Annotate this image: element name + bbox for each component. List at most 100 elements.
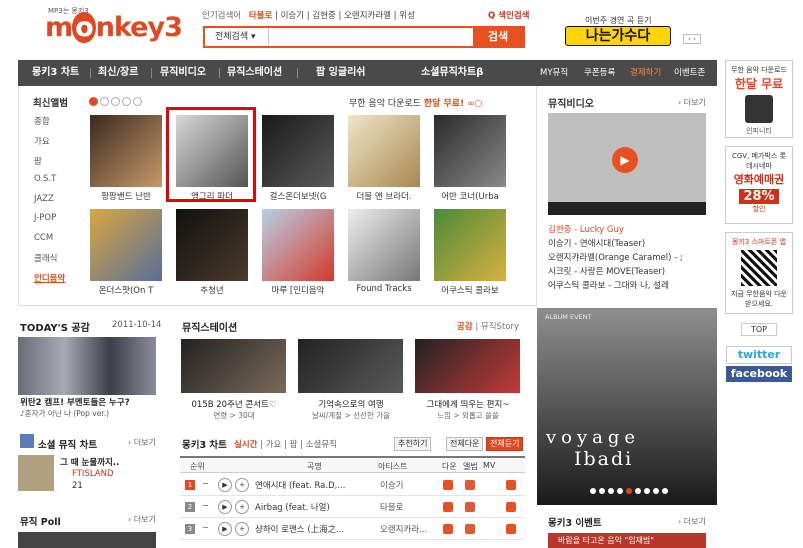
album-icon[interactable] xyxy=(465,480,475,490)
side-banner-movie[interactable]: CGV, 메가박스 롯데시네마 영화예매권 28% 할인 xyxy=(725,146,793,224)
site-logo[interactable]: m o nkey3 xyxy=(45,12,183,43)
album-cover[interactable] xyxy=(90,209,162,281)
add-icon[interactable]: + xyxy=(235,522,249,536)
song-title[interactable]: 샹하이 로맨스 (上海之... xyxy=(255,523,355,535)
search-input[interactable] xyxy=(271,29,471,45)
event-dot[interactable] xyxy=(599,488,605,494)
video-control-bar[interactable] xyxy=(548,202,706,215)
play-icon[interactable]: ▶ xyxy=(218,522,232,536)
event-dot[interactable] xyxy=(644,488,650,494)
music-video-item[interactable]: 어쿠스틱 콜라보 - 그대와 나, 설레 xyxy=(548,279,708,291)
search-scope-select[interactable]: 전체검색 ▾ xyxy=(205,28,269,46)
today-caption[interactable]: 위탄2 캠프! 부멘토들은 누구? xyxy=(20,396,130,408)
album-page-dot-1[interactable] xyxy=(89,97,98,106)
social-chart-artist[interactable]: FTISLAND xyxy=(72,469,113,479)
category-jazz[interactable]: JAZZ xyxy=(34,194,54,204)
album-page-dot-5[interactable] xyxy=(133,97,142,106)
add-icon[interactable]: + xyxy=(235,500,249,514)
album-title[interactable]: 마루 [인디음악 xyxy=(258,284,338,296)
album-page-dot-4[interactable] xyxy=(122,97,131,106)
like-icon[interactable] xyxy=(506,480,516,490)
nav-my-music[interactable]: MY뮤직 xyxy=(540,60,568,86)
today-song[interactable]: ♪혼자가 아닌 나 (Pop ver.) xyxy=(20,408,109,419)
like-icon[interactable] xyxy=(506,524,516,534)
album-cover[interactable] xyxy=(262,115,334,187)
music-video-item[interactable]: 오렌지캬라멜(Orange Caramel) - ; xyxy=(548,251,708,263)
event-more-link[interactable]: › 더보기 xyxy=(678,516,706,527)
station-subcaption[interactable]: 느낌 > 외롭고 쓸쓸 xyxy=(412,410,524,421)
album-cover[interactable] xyxy=(262,209,334,281)
album-cover[interactable] xyxy=(434,209,506,281)
search-button[interactable]: 검색 xyxy=(473,28,523,46)
category-kpop[interactable]: 가요 xyxy=(34,135,50,147)
category-jpop[interactable]: J-POP xyxy=(34,213,56,223)
download-icon[interactable] xyxy=(443,480,453,490)
play-icon[interactable]: ▶ xyxy=(218,478,232,492)
song-title[interactable]: 연애시대 (feat. Ra.D,... xyxy=(255,479,355,491)
popular-term-1[interactable]: 타블로 xyxy=(249,11,272,21)
album-title[interactable]: 걸스온더보넷(G xyxy=(258,190,338,202)
artist-name[interactable]: 타블로 xyxy=(380,501,440,513)
today-image[interactable] xyxy=(18,337,156,395)
popular-term-3[interactable]: 김현중 xyxy=(312,11,335,21)
tab-realtime[interactable]: 실시간 xyxy=(234,440,257,450)
station-caption[interactable]: 기억속으로의 여행 xyxy=(295,398,407,410)
nav-event-zone[interactable]: 이벤트존 xyxy=(674,60,705,86)
category-all[interactable]: 종합 xyxy=(34,115,50,127)
add-icon[interactable]: + xyxy=(235,478,249,492)
social-chart-song[interactable]: 그 때 눈물까지.. xyxy=(60,456,119,468)
album-icon[interactable] xyxy=(465,524,475,534)
event-banner[interactable]: 바람을 타고온 음악 "임재범" xyxy=(548,533,706,548)
album-cover[interactable] xyxy=(348,115,420,187)
album-page-dot-3[interactable] xyxy=(111,97,120,106)
event-dot[interactable] xyxy=(635,488,641,494)
side-banner-free[interactable]: 무한 음악 다운로드 한달 무료 인피니티 xyxy=(725,60,793,138)
album-icon[interactable] xyxy=(465,502,475,512)
event-dot[interactable] xyxy=(617,488,623,494)
poll-more-link[interactable]: › 더보기 xyxy=(128,514,156,525)
station-image[interactable] xyxy=(181,339,286,393)
music-video-item[interactable]: 김현중 - Lucky Guy xyxy=(548,223,708,235)
play-icon[interactable]: ▶ xyxy=(612,147,638,173)
promo-text[interactable]: 이번주 경연 곡 듣기 xyxy=(585,15,652,26)
album-title[interactable]: 어반 코너(Urba xyxy=(430,190,510,202)
album-title[interactable]: 더블 앤 브라더. xyxy=(344,190,424,202)
facebook-button[interactable]: facebook xyxy=(726,366,792,382)
category-indie[interactable]: 인디음악 xyxy=(34,272,65,284)
category-pop[interactable]: 팝 xyxy=(34,155,42,167)
like-icon[interactable] xyxy=(506,502,516,512)
event-dot[interactable] xyxy=(590,488,596,494)
recommend-button[interactable]: 추천하기 xyxy=(394,437,432,451)
album-title[interactable]: 온더스팟(On T xyxy=(86,284,166,296)
nav-payment[interactable]: 결제하기 xyxy=(630,60,661,86)
album-cover[interactable] xyxy=(90,115,162,187)
category-ccm[interactable]: CCM xyxy=(34,233,53,243)
free-download-promo[interactable]: 무한 음악 다운로드 한달 무료! ∞○ xyxy=(349,96,482,109)
album-title[interactable]: 팡팡밴드 난반 xyxy=(86,190,166,202)
all-listen-button[interactable]: 전체듣기 xyxy=(486,437,524,451)
download-icon[interactable] xyxy=(443,502,453,512)
event-dot[interactable] xyxy=(608,488,614,494)
event-dot[interactable] xyxy=(626,488,632,494)
category-classic[interactable]: 클래식 xyxy=(34,252,57,264)
nav-latest-genre[interactable]: 최신/장르 xyxy=(98,60,138,86)
station-caption[interactable]: 그대에게 띄우는 편지~ xyxy=(412,398,524,410)
all-download-button[interactable]: 전체다운 xyxy=(446,437,484,451)
song-title[interactable]: Airbag (feat. 나얼) xyxy=(255,501,355,513)
nav-music-station[interactable]: 뮤직스테이션 xyxy=(227,60,282,86)
nav-social-chart[interactable]: 소셜뮤직차트β xyxy=(421,60,483,86)
tab-empathy[interactable]: 공감 xyxy=(457,322,473,332)
tab-others[interactable]: | 가요 | 팝 | 소셜뮤직 xyxy=(257,440,337,450)
nav-monkey3-chart[interactable]: 몽키3 차트 xyxy=(32,60,79,86)
album-page-dot-2[interactable] xyxy=(100,97,109,106)
artist-name[interactable]: 오렌지카라... xyxy=(380,523,440,535)
music-video-item[interactable]: 시크릿 - 사랑은 MOVE(Teaser) xyxy=(548,265,708,277)
back-to-top-button[interactable]: TOP xyxy=(741,323,777,336)
popular-term-2[interactable]: 이승기 xyxy=(281,11,304,21)
twitter-button[interactable]: twitter xyxy=(726,346,792,364)
station-image[interactable] xyxy=(298,339,403,393)
tab-music-story[interactable]: | 뮤직Story xyxy=(473,322,519,332)
station-subcaption[interactable]: 연령 > 30대 xyxy=(178,410,290,421)
album-cover[interactable] xyxy=(176,209,248,281)
popular-term-5[interactable]: 위성 xyxy=(399,11,415,21)
